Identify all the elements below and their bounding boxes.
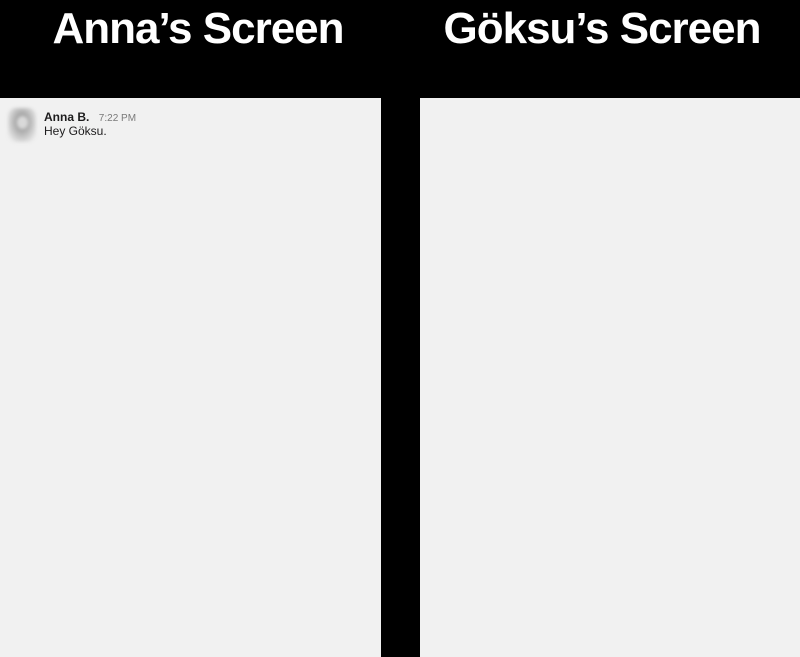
message-text: Hey Göksu. [44,124,107,138]
message-timestamp[interactable]: 7:22 PM [99,113,136,124]
goksu-chat-panel [420,98,800,657]
anna-screen-title: Anna’s Screen [52,4,344,53]
message-item[interactable]: Anna B. 7:22 PM Hey Göksu. [0,108,381,148]
message-author[interactable]: Anna B. [44,110,89,124]
goksu-screen-title: Göksu’s Screen [443,4,762,53]
avatar[interactable] [8,108,36,142]
anna-chat-panel: Anna B. 7:22 PM Hey Göksu. [0,98,381,657]
